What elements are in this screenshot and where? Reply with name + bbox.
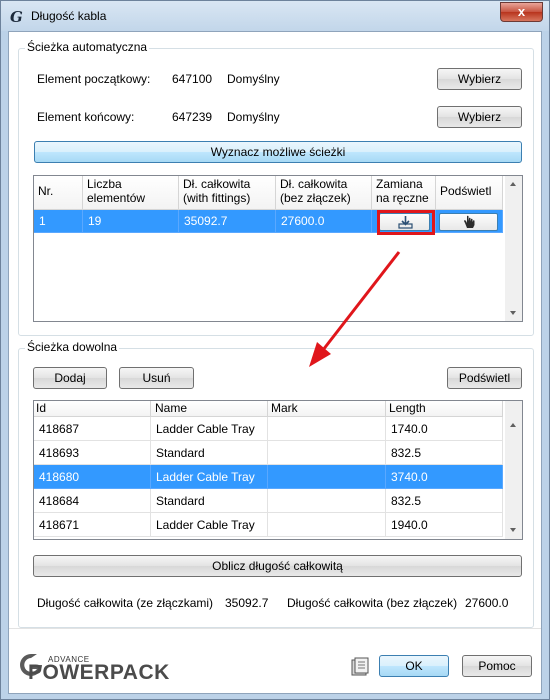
cell-id: 418687 [34, 417, 151, 441]
cell-mark [268, 513, 386, 537]
auto-paths-table[interactable]: Nr. Liczba elementów Dł. całkowita (with… [33, 175, 523, 322]
dialog-window: G Długość kabla x Ścieżka automatyczna E… [0, 0, 550, 700]
remove-button[interactable]: Usuń [119, 367, 194, 389]
table-row[interactable]: 418693 Standard 832.5 [34, 441, 503, 465]
cell-nr: 1 [34, 210, 83, 233]
scroll-up-icon[interactable] [510, 182, 516, 186]
scroll-down-icon[interactable] [510, 311, 516, 315]
total-with-value: 35092.7 [225, 596, 269, 610]
table-row[interactable]: 418671 Ladder Cable Tray 1940.0 [34, 513, 503, 537]
col-header-nr[interactable]: Nr. [34, 176, 83, 209]
start-element-id: 647100 [172, 72, 213, 86]
cell-name: Ladder Cable Tray [151, 417, 268, 441]
start-element-label: Element początkowy: [37, 72, 151, 86]
cell-mark [268, 465, 386, 489]
add-button[interactable]: Dodaj [33, 367, 107, 389]
custom-path-group-label: Ścieżka dowolna [25, 340, 120, 354]
cell-length: 3740.0 [386, 465, 503, 489]
cell-name: Ladder Cable Tray [151, 465, 268, 489]
start-element-mode: Domyślny [227, 72, 280, 86]
help-button[interactable]: Pomoc [462, 655, 532, 677]
cell-total-without: 27600.0 [276, 210, 372, 233]
separator [9, 628, 541, 629]
scroll-down-icon[interactable] [510, 528, 516, 532]
cell-id: 418671 [34, 513, 151, 537]
table-row[interactable]: 418684 Standard 832.5 [34, 489, 503, 513]
total-without-value: 27600.0 [465, 596, 509, 610]
ok-button[interactable]: OK [379, 655, 449, 677]
custom-path-table[interactable]: Id Name Mark Length 418687 Ladder Cable … [33, 400, 523, 540]
col-header-length[interactable]: Length [386, 401, 503, 416]
cell-name: Standard [151, 441, 268, 465]
hand-pointer-icon [464, 215, 475, 228]
highlight-path-button[interactable] [439, 213, 498, 231]
title-bar[interactable]: G Długość kabla x [1, 1, 549, 31]
custom-path-group: Ścieżka dowolna Dodaj Usuń Podświetl Id … [18, 340, 534, 628]
cell-id: 418693 [34, 441, 151, 465]
app-logo-icon: G [10, 8, 23, 26]
cell-id: 418684 [34, 489, 151, 513]
auto-paths-scrollbar[interactable] [505, 176, 522, 321]
cell-mark [268, 441, 386, 465]
annotation-arrow [309, 251, 401, 367]
cell-length: 1740.0 [386, 417, 503, 441]
col-header-count[interactable]: Liczba elementów [83, 176, 179, 209]
calculate-total-button[interactable]: Oblicz długość całkowitą [33, 555, 522, 577]
table-row-selected[interactable]: 418680 Ladder Cable Tray 3740.0 [34, 465, 503, 489]
cell-length: 832.5 [386, 441, 503, 465]
col-header-id[interactable]: Id [34, 401, 151, 416]
cell-total-with: 35092.7 [179, 210, 276, 233]
col-header-highlight[interactable]: Podświetl [436, 176, 503, 209]
cell-name: Ladder Cable Tray [151, 513, 268, 537]
custom-path-scrollbar[interactable] [505, 401, 522, 539]
dialog-body: Ścieżka automatyczna Element początkowy:… [8, 31, 542, 694]
window-title: Długość kabla [31, 9, 107, 23]
logo-big-text: POWERPACK [28, 661, 170, 684]
highlight-annotation-box [377, 210, 435, 235]
end-element-id: 647239 [172, 110, 213, 124]
close-button[interactable]: x [500, 2, 543, 22]
total-without-label: Długość całkowita (bez złączek) [287, 596, 458, 610]
cell-mark [268, 417, 386, 441]
col-header-total-without[interactable]: Dł. całkowita (bez złączek) [276, 176, 372, 209]
col-header-convert[interactable]: Zamiana na ręczne [372, 176, 436, 209]
select-end-button[interactable]: Wybierz [437, 106, 522, 128]
scroll-up-icon[interactable] [510, 423, 516, 427]
cell-id: 418680 [34, 465, 151, 489]
cell-count: 19 [83, 210, 179, 233]
col-header-name[interactable]: Name [151, 401, 268, 416]
end-element-label: Element końcowy: [37, 110, 135, 124]
col-header-total-with[interactable]: Dł. całkowita (with fittings) [179, 176, 276, 209]
table-row[interactable]: 418687 Ladder Cable Tray 1740.0 [34, 417, 503, 441]
custom-path-header: Id Name Mark Length [34, 401, 503, 417]
auto-path-group-label: Ścieżka automatyczna [25, 40, 150, 54]
highlight-button[interactable]: Podświetl [447, 367, 522, 389]
cell-name: Standard [151, 489, 268, 513]
col-header-mark[interactable]: Mark [268, 401, 386, 416]
cell-mark [268, 489, 386, 513]
auto-paths-header: Nr. Liczba elementów Dł. całkowita (with… [34, 176, 503, 210]
total-with-label: Długość całkowita (ze złączkami) [37, 596, 214, 610]
cell-length: 1940.0 [386, 513, 503, 537]
cell-length: 832.5 [386, 489, 503, 513]
auto-path-group: Ścieżka automatyczna Element początkowy:… [18, 40, 534, 336]
book-help-icon[interactable] [350, 657, 370, 677]
select-start-button[interactable]: Wybierz [437, 68, 522, 90]
end-element-mode: Domyślny [227, 110, 280, 124]
compute-paths-button[interactable]: Wyznacz możliwe ścieżki [34, 141, 522, 163]
